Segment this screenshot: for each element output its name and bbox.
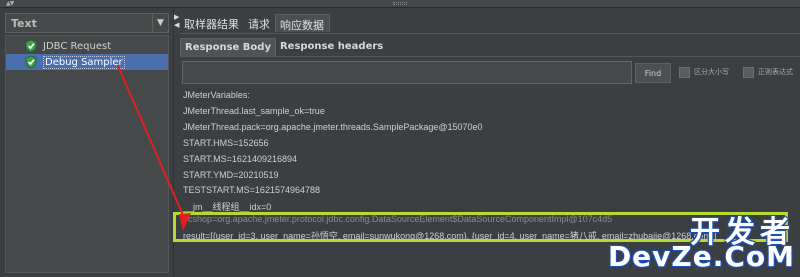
- divider: [180, 56, 800, 57]
- case-sensitive-label: 区分大小写: [694, 68, 729, 76]
- tree-item-label: JDBC Request: [43, 40, 112, 52]
- tab-sampler-result[interactable]: 取样器结果: [180, 14, 244, 32]
- check-shield-icon: [25, 39, 37, 53]
- response-line: START.YMD=20210519: [183, 170, 279, 180]
- response-line: JMeterVariables:: [183, 90, 250, 100]
- watermark-text-en: DevZe.CoM: [607, 240, 795, 273]
- check-shield-icon: [25, 55, 37, 69]
- collapse-arrows-icon[interactable]: ▲▼: [6, 0, 14, 7]
- tab-response-body[interactable]: Response Body: [180, 38, 276, 56]
- arrow-left-icon[interactable]: ◀: [174, 22, 179, 29]
- response-line: TESTSTART.MS=1621574964788: [183, 185, 320, 195]
- case-sensitive-checkbox[interactable]: [679, 67, 690, 78]
- regex-checkbox[interactable]: [743, 67, 754, 78]
- chevron-down-icon[interactable]: ▼: [152, 14, 168, 32]
- tab-response-headers[interactable]: Response headers: [276, 38, 387, 56]
- top-splitter[interactable]: ▲▼: [0, 0, 800, 8]
- tree-item-jdbc-request[interactable]: JDBC Request: [6, 38, 168, 54]
- result-tabs: 取样器结果 请求 响应数据: [180, 14, 330, 32]
- response-line: START.MS=1621409216894: [183, 154, 297, 164]
- left-panel: Text ▼ JDBC Request Debug Sampler: [0, 9, 173, 277]
- tab-request[interactable]: 请求: [244, 14, 275, 32]
- response-line: JMeterThread.last_sample_ok=true: [183, 106, 325, 116]
- renderer-select[interactable]: Text ▼: [5, 13, 169, 33]
- tree-item-debug-sampler[interactable]: Debug Sampler: [6, 54, 168, 70]
- splitter-grip-icon[interactable]: [393, 2, 407, 5]
- renderer-value: Text: [11, 16, 37, 30]
- response-line: JMeterThread.pack=org.apache.jmeter.thre…: [183, 122, 483, 132]
- tree-item-label: Debug Sampler: [43, 55, 125, 69]
- response-subtabs: Response Body Response headers: [180, 38, 387, 56]
- watermark-logo: 开发者 DevZe.CoM: [608, 207, 795, 273]
- find-button[interactable]: Find: [635, 63, 671, 83]
- arrow-right-icon[interactable]: ▶: [174, 14, 179, 21]
- regex-label: 正则表达式: [758, 68, 793, 76]
- result-tree: JDBC Request Debug Sampler: [5, 35, 169, 273]
- tab-response-data[interactable]: 响应数据: [275, 14, 330, 32]
- search-input[interactable]: [182, 61, 632, 84]
- response-line: START.HMS=152656: [183, 138, 269, 148]
